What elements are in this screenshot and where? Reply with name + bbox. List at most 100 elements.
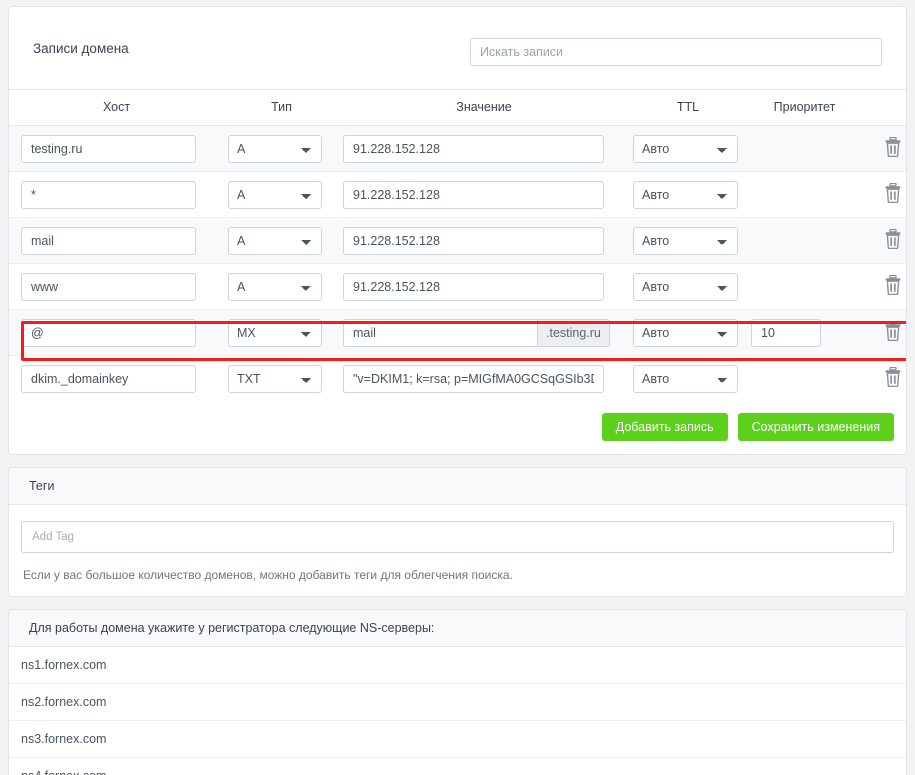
trash-icon[interactable] [884,183,902,206]
records-title: Записи домена [33,40,129,56]
cell-type: AAAAACNAMEMXTXTNSSRV [224,171,339,218]
cell-delete [862,126,906,172]
cell-value [339,263,629,310]
records-card-header: Записи домена [9,7,906,89]
record-type-select[interactable]: AAAAACNAMEMXTXTNSSRV [228,318,322,347]
column-header-type: Тип [224,89,339,126]
record-priority-input[interactable] [751,318,821,347]
dns-record-row: AAAAACNAMEMXTXTNSSRV Авто3006001800360014… [9,125,906,172]
record-ttl-select[interactable]: Авто300600180036001440086400 [633,364,738,393]
cell-priority [747,309,862,356]
record-value-input[interactable] [343,272,604,301]
records-actions: Добавить запись Сохранить изменения [9,401,906,454]
cell-priority [747,171,862,218]
page-root: Записи домена Хост Тип Значение TTL Прио… [0,0,915,775]
ns-card-header: Для работы домена укажите у регистратора… [9,609,906,647]
cell-delete [862,217,906,264]
record-value-input[interactable] [343,180,604,209]
cell-delete [862,355,906,402]
column-header-delete [862,89,906,126]
column-header-host: Хост [9,89,224,126]
ns-server-row: ns3.fornex.com [9,720,906,758]
cell-ttl: Авто300600180036001440086400 [629,355,747,402]
record-ttl-select[interactable]: Авто300600180036001440086400 [633,226,738,255]
tags-title: Теги [29,478,55,493]
record-type-select[interactable]: AAAAACNAMEMXTXTNSSRV [228,272,322,301]
cell-type: AAAAACNAMEMXTXTNSSRV [224,263,339,310]
record-host-input[interactable] [21,318,196,347]
domain-records-card: Записи домена Хост Тип Значение TTL Прио… [8,6,907,455]
record-ttl-select[interactable]: Авто300600180036001440086400 [633,134,738,163]
add-tag-input[interactable] [21,520,894,553]
cell-type: AAAAACNAMEMXTXTNSSRV [224,126,339,172]
trash-icon[interactable] [884,229,902,252]
column-header-ttl: TTL [629,89,747,126]
record-ttl-select[interactable]: Авто300600180036001440086400 [633,318,738,347]
cell-delete [862,171,906,218]
record-host-input[interactable] [21,272,196,301]
cell-ttl: Авто300600180036001440086400 [629,126,747,172]
record-value-suffix: .testing.ru [537,318,610,347]
cell-delete [862,309,906,356]
record-host-input[interactable] [21,180,196,209]
save-changes-button[interactable]: Сохранить изменения [737,412,894,441]
search-records-wrapper [470,38,882,66]
search-records-input[interactable] [470,38,882,66]
cell-host [9,309,224,356]
record-value-input[interactable] [343,318,537,347]
tags-card-body: Если у вас большое количество доменов, м… [9,504,906,596]
record-type-select[interactable]: AAAAACNAMEMXTXTNSSRV [228,226,322,255]
ns-server-row: ns1.fornex.com [9,646,906,684]
cell-ttl: Авто300600180036001440086400 [629,263,747,310]
cell-type: AAAAACNAMEMXTXTNSSRV [224,217,339,264]
table-header: Хост Тип Значение TTL Приоритет [9,89,906,126]
record-value-input[interactable] [343,226,604,255]
record-host-input[interactable] [21,226,196,255]
record-value-input[interactable] [343,364,604,393]
ns-title: Для работы домена укажите у регистратора… [29,620,435,635]
cell-value [339,126,629,172]
trash-icon[interactable] [884,137,902,160]
add-record-button[interactable]: Добавить запись [601,412,728,441]
cell-delete [862,263,906,310]
record-ttl-select[interactable]: Авто300600180036001440086400 [633,272,738,301]
record-host-input[interactable] [21,134,196,163]
cell-priority [747,355,862,402]
cell-priority [747,217,862,264]
cell-ttl: Авто300600180036001440086400 [629,171,747,218]
record-type-select[interactable]: AAAAACNAMEMXTXTNSSRV [228,134,322,163]
cell-host [9,263,224,310]
cell-priority [747,263,862,310]
cell-host [9,217,224,264]
cell-value [339,171,629,218]
ns-server-row: ns2.fornex.com [9,683,906,721]
ns-servers-list: ns1.fornex.com ns2.fornex.com ns3.fornex.c… [9,646,906,775]
table-header-row: Хост Тип Значение TTL Приоритет [9,89,906,126]
tags-card-header: Теги [9,467,906,505]
dns-record-row: AAAAACNAMEMXTXTNSSRV Авто3006001800360014… [9,263,906,310]
record-host-input[interactable] [21,364,196,393]
cell-value [339,217,629,264]
record-type-select[interactable]: AAAAACNAMEMXTXTNSSRV [228,180,322,209]
dns-record-row: AAAAACNAMEMXTXTNSSRV Авто3006001800360014… [9,217,906,264]
record-type-select[interactable]: AAAAACNAMEMXTXTNSSRV [228,364,322,393]
cell-type: AAAAACNAMEMXTXTNSSRV [224,309,339,356]
cell-host [9,171,224,218]
dns-record-row: AAAAACNAMEMXTXTNSSRV Авто3006001800360014… [9,171,906,218]
cell-host [9,126,224,172]
tags-card: Теги Если у вас большое количество домен… [8,466,907,597]
cell-ttl: Авто300600180036001440086400 [629,309,747,356]
ns-servers-card: Для работы домена укажите у регистратора… [8,608,907,775]
cell-host [9,355,224,402]
trash-icon[interactable] [884,275,902,298]
record-ttl-select[interactable]: Авто300600180036001440086400 [633,180,738,209]
dns-record-row: AAAAACNAMEMXTXTNSSRV .testing.ru Авто30060… [9,309,906,356]
column-header-value: Значение [339,89,629,126]
dns-records-table: Хост Тип Значение TTL Приоритет AAAAACNA… [9,89,906,402]
cell-ttl: Авто300600180036001440086400 [629,217,747,264]
column-header-priority: Приоритет [747,89,862,126]
trash-icon[interactable] [884,367,902,390]
record-value-input[interactable] [343,134,604,163]
trash-icon[interactable] [884,321,902,344]
dns-record-row: AAAAACNAMEMXTXTNSSRV Авто3006001800360014… [9,355,906,402]
